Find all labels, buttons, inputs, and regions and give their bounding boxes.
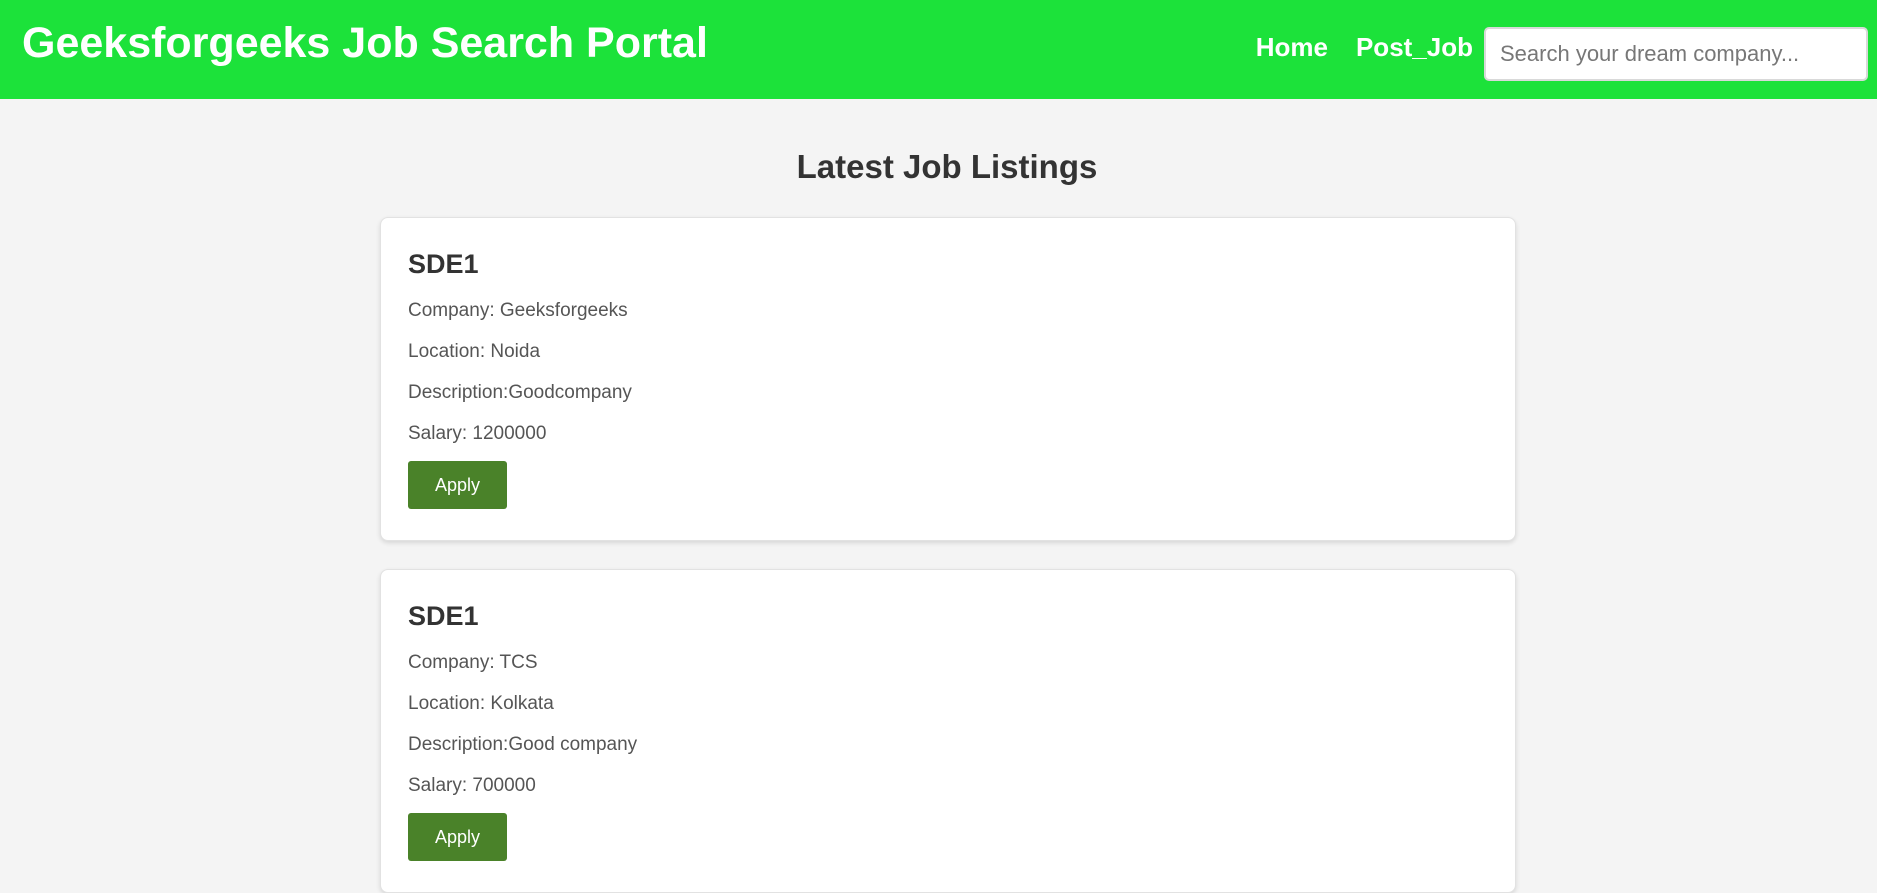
apply-button[interactable]: Apply bbox=[408, 461, 507, 509]
section-title: Latest Job Listings bbox=[796, 148, 1098, 185]
site-title: Geeksforgeeks Job Search Portal bbox=[22, 19, 708, 67]
job-title: SDE1 bbox=[408, 601, 479, 631]
search-input[interactable] bbox=[1484, 27, 1868, 81]
job-listings-section: Latest Job Listings SDE1 Company: Geeksf… bbox=[0, 99, 1877, 893]
job-salary: Salary: 700000 bbox=[408, 775, 536, 796]
apply-button[interactable]: Apply bbox=[408, 813, 507, 861]
job-description: Description:Good company bbox=[408, 734, 638, 755]
nav-post-job-link[interactable]: Post_Job bbox=[1356, 30, 1473, 64]
main-nav: Home Post_Job bbox=[1256, 30, 1473, 64]
nav-home-link[interactable]: Home bbox=[1256, 30, 1328, 64]
job-description: Description:Goodcompany bbox=[408, 382, 632, 403]
job-location: Location: Kolkata bbox=[408, 693, 554, 714]
job-title: SDE1 bbox=[408, 249, 479, 279]
job-card: SDE1 Company: TCS Location: Kolkata Desc… bbox=[380, 569, 1516, 893]
job-company: Company: TCS bbox=[408, 652, 538, 673]
job-card: SDE1 Company: Geeksforgeeks Location: No… bbox=[380, 217, 1516, 541]
job-salary: Salary: 1200000 bbox=[408, 423, 547, 444]
job-company: Company: Geeksforgeeks bbox=[408, 300, 628, 321]
header-bar: Geeksforgeeks Job Search Portal Home Pos… bbox=[0, 0, 1877, 99]
job-location: Location: Noida bbox=[408, 341, 541, 362]
